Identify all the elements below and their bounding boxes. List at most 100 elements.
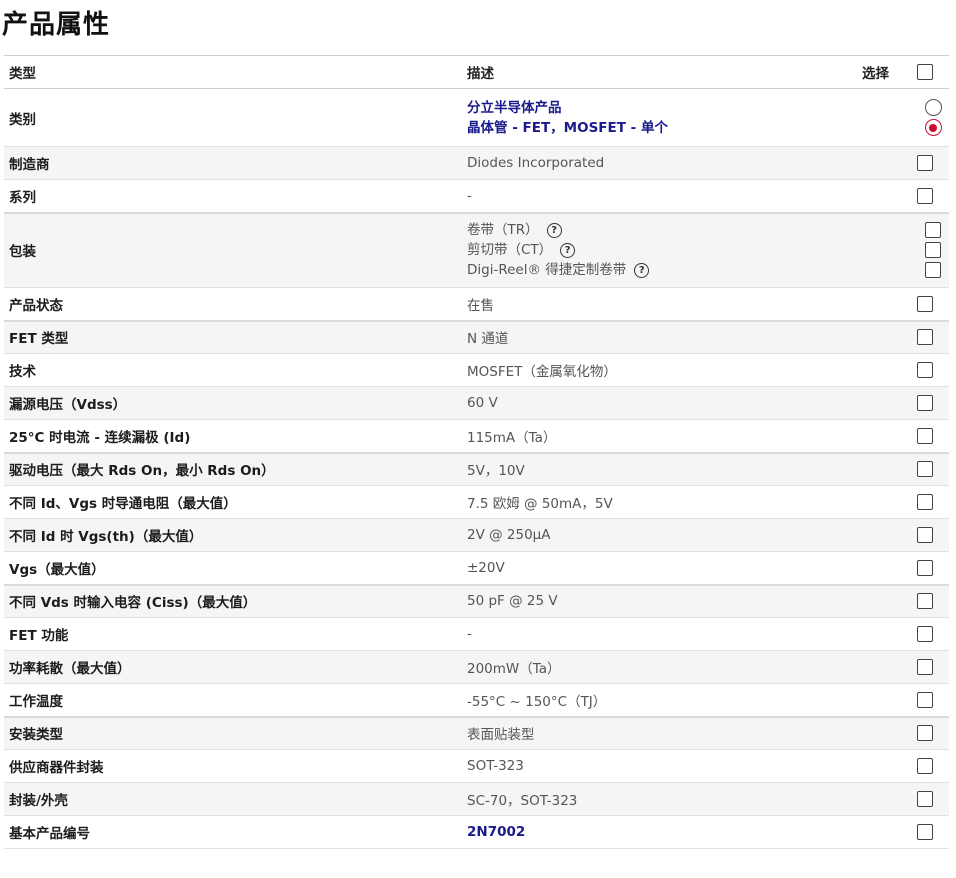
row-label: 包装 xyxy=(4,212,462,288)
row-label: 工作温度 xyxy=(4,683,462,718)
packaging-option: Digi-Reel® 得捷定制卷带? xyxy=(467,261,857,279)
row-label: 漏源电压（Vdss） xyxy=(4,386,462,420)
row-label: 制造商 xyxy=(4,146,462,180)
header-type: 类型 xyxy=(4,55,462,89)
packaging-checkbox[interactable] xyxy=(925,262,941,279)
row-checkbox[interactable] xyxy=(917,155,933,171)
row-value: ±20V xyxy=(462,551,857,586)
table-header-row: 类型 描述 选择 xyxy=(4,55,949,89)
table-row: Vgs（最大值） ±20V xyxy=(4,551,949,586)
row-checkbox[interactable] xyxy=(917,427,933,444)
help-icon[interactable]: ? xyxy=(560,242,576,258)
row-value: 200mW（Ta） xyxy=(462,650,857,684)
table-row: 功率耗散（最大值） 200mW（Ta） xyxy=(4,650,949,684)
row-value: SOT-323 xyxy=(462,749,857,783)
header-description: 描述 xyxy=(462,55,857,89)
row-checkbox[interactable] xyxy=(917,725,933,742)
table-row: 安装类型 表面贴装型 xyxy=(4,716,949,750)
table-row: 不同 Id 时 Vgs(th)（最大值） 2V @ 250µA xyxy=(4,518,949,552)
category-radio-secondary[interactable] xyxy=(924,119,942,136)
packaging-option: 卷带（TR）? xyxy=(467,221,857,239)
base-product-number-link[interactable]: 2N7002 xyxy=(462,815,857,849)
row-value: 表面贴装型 xyxy=(462,716,857,750)
row-checkbox[interactable] xyxy=(917,295,933,312)
row-label: 不同 Vds 时输入电容 (Ciss)（最大值） xyxy=(4,584,462,618)
row-checkbox[interactable] xyxy=(917,824,933,840)
row-value: 60 V xyxy=(462,386,857,420)
table-row: 不同 Id、Vgs 时导通电阻（最大值） 7.5 欧姆 @ 50mA，5V xyxy=(4,485,949,519)
table-row: FET 类型 N 通道 xyxy=(4,320,949,354)
row-value: N 通道 xyxy=(462,320,857,354)
row-value: -55°C ~ 150°C（TJ） xyxy=(462,683,857,718)
row-value: MOSFET（金属氧化物） xyxy=(462,353,857,387)
table-row: 系列 - xyxy=(4,179,949,214)
header-select-cell xyxy=(912,55,949,89)
row-label: FET 类型 xyxy=(4,320,462,354)
row-label: 安装类型 xyxy=(4,716,462,750)
row-label: 驱动电压（最大 Rds On，最小 Rds On） xyxy=(4,452,462,486)
row-label: FET 功能 xyxy=(4,617,462,651)
row-value: - xyxy=(462,617,857,651)
packaging-checkbox[interactable] xyxy=(925,242,941,259)
row-checkbox[interactable] xyxy=(917,461,933,478)
row-value: SC-70，SOT-323 xyxy=(462,782,857,816)
row-label: Vgs（最大值） xyxy=(4,551,462,586)
row-checkbox[interactable] xyxy=(917,593,933,610)
row-checkbox[interactable] xyxy=(917,187,933,204)
table-row: 基本产品编号 2N7002 xyxy=(4,815,949,849)
row-value: 50 pF @ 25 V xyxy=(462,584,857,618)
row-label: 不同 Id、Vgs 时导通电阻（最大值） xyxy=(4,485,462,519)
row-value: 115mA（Ta） xyxy=(462,419,857,454)
row-value: Diodes Incorporated xyxy=(462,146,857,180)
row-value: 在售 xyxy=(462,287,857,322)
packaging-option: 剪切带（CT）? xyxy=(467,241,857,259)
product-attributes-table: 类型 描述 选择 类别 分立半导体产品 晶体管 - FET，MOSFET - 单… xyxy=(4,55,949,849)
row-checkbox[interactable] xyxy=(917,559,933,576)
row-label: 基本产品编号 xyxy=(4,815,462,849)
table-row: 封装/外壳 SC-70，SOT-323 xyxy=(4,782,949,816)
page-title: 产品属性 xyxy=(2,10,111,40)
help-icon[interactable]: ? xyxy=(546,222,562,238)
select-all-checkbox[interactable] xyxy=(917,64,933,80)
row-label: 技术 xyxy=(4,353,462,387)
row-label: 功率耗散（最大值） xyxy=(4,650,462,684)
table-row: 漏源电压（Vdss） 60 V xyxy=(4,386,949,420)
row-value: 2V @ 250µA xyxy=(462,518,857,552)
row-checkbox[interactable] xyxy=(917,329,933,346)
table-row: 技术 MOSFET（金属氧化物） xyxy=(4,353,949,387)
row-checkbox[interactable] xyxy=(917,527,933,543)
row-label: 供应商器件封装 xyxy=(4,749,462,783)
help-icon[interactable]: ? xyxy=(634,262,650,278)
table-row: 制造商 Diodes Incorporated xyxy=(4,146,949,180)
table-row: 不同 Vds 时输入电容 (Ciss)（最大值） 50 pF @ 25 V xyxy=(4,584,949,618)
category-radio-primary[interactable] xyxy=(924,99,942,116)
row-label: 25°C 时电流 - 连续漏极 (Id) xyxy=(4,419,462,454)
category-link-secondary[interactable]: 晶体管 - FET，MOSFET - 单个 xyxy=(467,119,857,137)
row-label: 产品状态 xyxy=(4,287,462,322)
packaging-options: 卷带（TR）? 剪切带（CT）? Digi-Reel® 得捷定制卷带? xyxy=(462,212,857,288)
row-checkbox[interactable] xyxy=(917,691,933,708)
table-row: 工作温度 -55°C ~ 150°C（TJ） xyxy=(4,683,949,718)
row-checkbox[interactable] xyxy=(917,362,933,378)
row-checkbox[interactable] xyxy=(917,758,933,774)
row-value: - xyxy=(462,179,857,214)
table-row: 产品状态 在售 xyxy=(4,287,949,322)
row-label: 不同 Id 时 Vgs(th)（最大值） xyxy=(4,518,462,552)
category-value: 分立半导体产品 晶体管 - FET，MOSFET - 单个 xyxy=(462,88,857,147)
row-checkbox[interactable] xyxy=(917,494,933,510)
row-checkbox[interactable] xyxy=(917,791,933,807)
row-label: 系列 xyxy=(4,179,462,214)
table-row-packaging: 包装 卷带（TR）? 剪切带（CT）? Digi-Reel® 得捷定制卷带? xyxy=(4,212,949,288)
row-checkbox[interactable] xyxy=(917,626,933,642)
table-row: 供应商器件封装 SOT-323 xyxy=(4,749,949,783)
packaging-checkbox[interactable] xyxy=(925,222,941,239)
row-checkbox[interactable] xyxy=(917,395,933,411)
table-row: 驱动电压（最大 Rds On，最小 Rds On） 5V，10V xyxy=(4,452,949,486)
row-checkbox[interactable] xyxy=(917,659,933,675)
table-row: FET 功能 - xyxy=(4,617,949,651)
category-link-primary[interactable]: 分立半导体产品 xyxy=(467,99,857,117)
table-row-category: 类别 分立半导体产品 晶体管 - FET，MOSFET - 单个 xyxy=(4,88,949,147)
row-label: 类别 xyxy=(4,88,462,147)
row-value: 7.5 欧姆 @ 50mA，5V xyxy=(462,485,857,519)
row-value: 5V，10V xyxy=(462,452,857,486)
